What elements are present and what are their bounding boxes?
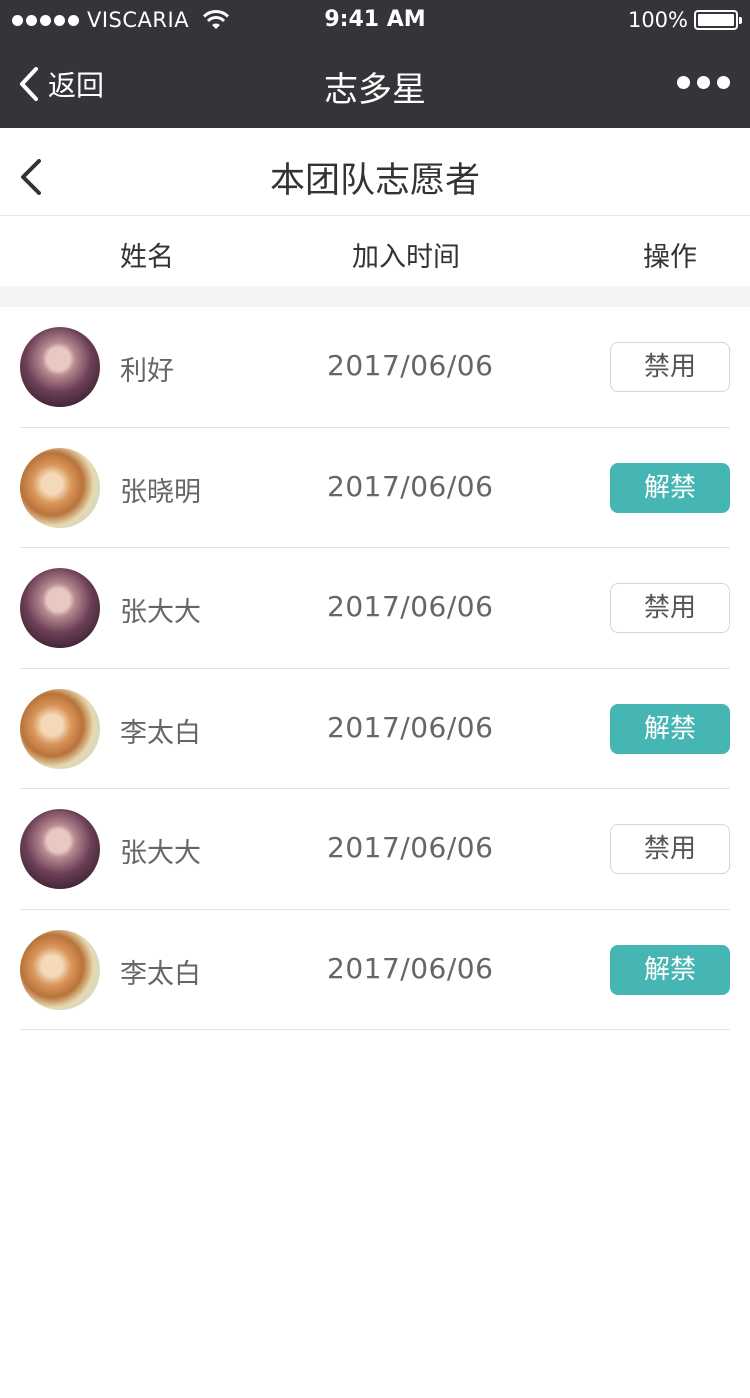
header-name: 姓名 [120, 242, 174, 273]
page-header: 本团队志愿者 [0, 128, 750, 216]
list-item: 李太白 2017/06/06 解禁 [20, 669, 730, 789]
avatar [20, 809, 100, 889]
list-item: 张大大 2017/06/06 禁用 [20, 548, 730, 669]
disable-button[interactable]: 禁用 [610, 583, 730, 633]
volunteer-list: 利好 2017/06/06 禁用 张晓明 2017/06/06 解禁 张大大 2… [0, 307, 750, 1030]
join-date: 2017/06/06 [327, 951, 494, 985]
more-icon[interactable] [677, 76, 730, 89]
status-right: 100% [627, 8, 742, 32]
volunteer-name: 张大大 [120, 597, 201, 628]
list-item: 李太白 2017/06/06 解禁 [20, 910, 730, 1030]
join-date: 2017/06/06 [327, 349, 494, 382]
nav-bar: 返回 志多星 [0, 40, 750, 128]
unban-button[interactable]: 解禁 [610, 462, 730, 513]
disable-button[interactable]: 禁用 [610, 342, 730, 392]
battery-percent: 100% [627, 8, 688, 32]
nav-title: 志多星 [324, 70, 426, 110]
unban-button[interactable]: 解禁 [610, 703, 730, 754]
header-join-time: 加入时间 [352, 242, 460, 273]
page-title: 本团队志愿者 [269, 161, 480, 201]
join-date: 2017/06/06 [327, 590, 494, 623]
volunteer-name: 张晓明 [120, 476, 201, 508]
join-date: 2017/06/06 [327, 710, 494, 744]
avatar [20, 447, 100, 528]
status-bar: VISCARIA 9:41 AM 100% [0, 0, 750, 40]
list-item: 张大大 2017/06/06 禁用 [20, 789, 730, 910]
list-item: 利好 2017/06/06 禁用 [20, 307, 730, 428]
join-date: 2017/06/06 [327, 469, 494, 503]
join-date: 2017/06/06 [327, 831, 494, 864]
avatar [20, 568, 100, 648]
volunteer-name: 利好 [120, 356, 174, 387]
avatar [20, 929, 100, 1010]
list-item: 张晓明 2017/06/06 解禁 [20, 428, 730, 548]
volunteer-name: 李太白 [120, 717, 201, 749]
volunteer-name: 李太白 [120, 958, 201, 990]
battery-icon [694, 10, 742, 30]
table-header: 姓名 加入时间 操作 [0, 216, 750, 286]
unban-button[interactable]: 解禁 [610, 944, 730, 995]
volunteer-name: 张大大 [120, 838, 201, 869]
header-action: 操作 [643, 242, 697, 273]
avatar [20, 327, 100, 407]
avatar [20, 688, 100, 769]
section-divider [0, 286, 750, 307]
disable-button[interactable]: 禁用 [610, 824, 730, 874]
